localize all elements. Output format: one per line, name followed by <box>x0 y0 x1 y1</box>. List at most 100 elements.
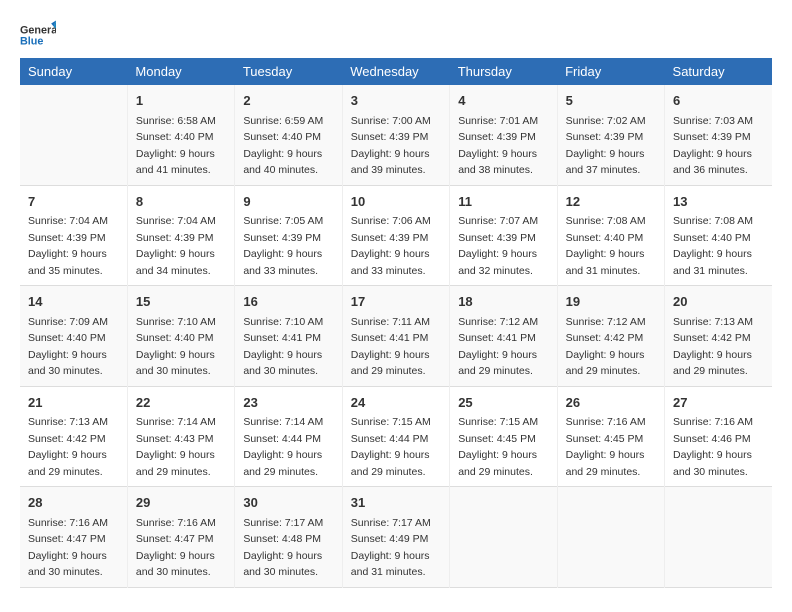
day-number: 19 <box>566 292 656 312</box>
cell-info: Sunrise: 7:17 AMSunset: 4:49 PMDaylight:… <box>351 517 431 579</box>
calendar-cell <box>20 85 127 185</box>
calendar-week-row: 21 Sunrise: 7:13 AMSunset: 4:42 PMDaylig… <box>20 386 772 487</box>
day-number: 30 <box>243 493 333 513</box>
page-header: General Blue <box>20 20 772 48</box>
cell-info: Sunrise: 7:07 AMSunset: 4:39 PMDaylight:… <box>458 215 538 277</box>
calendar-cell: 31 Sunrise: 7:17 AMSunset: 4:49 PMDaylig… <box>342 487 449 588</box>
calendar-cell: 8 Sunrise: 7:04 AMSunset: 4:39 PMDayligh… <box>127 185 234 286</box>
calendar-cell: 9 Sunrise: 7:05 AMSunset: 4:39 PMDayligh… <box>235 185 342 286</box>
calendar-week-row: 7 Sunrise: 7:04 AMSunset: 4:39 PMDayligh… <box>20 185 772 286</box>
day-number: 28 <box>28 493 119 513</box>
day-number: 6 <box>673 91 764 111</box>
calendar-cell: 30 Sunrise: 7:17 AMSunset: 4:48 PMDaylig… <box>235 487 342 588</box>
calendar-cell: 17 Sunrise: 7:11 AMSunset: 4:41 PMDaylig… <box>342 286 449 387</box>
cell-info: Sunrise: 6:59 AMSunset: 4:40 PMDaylight:… <box>243 115 323 177</box>
day-number: 29 <box>136 493 226 513</box>
calendar-cell <box>557 487 664 588</box>
calendar-cell: 24 Sunrise: 7:15 AMSunset: 4:44 PMDaylig… <box>342 386 449 487</box>
weekday-header: Sunday <box>20 58 127 85</box>
calendar-cell: 20 Sunrise: 7:13 AMSunset: 4:42 PMDaylig… <box>665 286 772 387</box>
day-number: 4 <box>458 91 548 111</box>
cell-info: Sunrise: 6:58 AMSunset: 4:40 PMDaylight:… <box>136 115 216 177</box>
cell-info: Sunrise: 7:15 AMSunset: 4:45 PMDaylight:… <box>458 416 538 478</box>
cell-info: Sunrise: 7:12 AMSunset: 4:41 PMDaylight:… <box>458 316 538 378</box>
cell-info: Sunrise: 7:10 AMSunset: 4:40 PMDaylight:… <box>136 316 216 378</box>
cell-info: Sunrise: 7:17 AMSunset: 4:48 PMDaylight:… <box>243 517 323 579</box>
calendar-cell: 12 Sunrise: 7:08 AMSunset: 4:40 PMDaylig… <box>557 185 664 286</box>
cell-info: Sunrise: 7:16 AMSunset: 4:47 PMDaylight:… <box>136 517 216 579</box>
weekday-header-row: SundayMondayTuesdayWednesdayThursdayFrid… <box>20 58 772 85</box>
calendar-cell <box>450 487 557 588</box>
day-number: 3 <box>351 91 441 111</box>
calendar-cell: 2 Sunrise: 6:59 AMSunset: 4:40 PMDayligh… <box>235 85 342 185</box>
calendar-cell: 18 Sunrise: 7:12 AMSunset: 4:41 PMDaylig… <box>450 286 557 387</box>
day-number: 11 <box>458 192 548 212</box>
calendar-cell <box>665 487 772 588</box>
calendar-cell: 13 Sunrise: 7:08 AMSunset: 4:40 PMDaylig… <box>665 185 772 286</box>
day-number: 26 <box>566 393 656 413</box>
cell-info: Sunrise: 7:06 AMSunset: 4:39 PMDaylight:… <box>351 215 431 277</box>
day-number: 18 <box>458 292 548 312</box>
cell-info: Sunrise: 7:13 AMSunset: 4:42 PMDaylight:… <box>28 416 108 478</box>
cell-info: Sunrise: 7:09 AMSunset: 4:40 PMDaylight:… <box>28 316 108 378</box>
calendar-cell: 14 Sunrise: 7:09 AMSunset: 4:40 PMDaylig… <box>20 286 127 387</box>
day-number: 23 <box>243 393 333 413</box>
day-number: 13 <box>673 192 764 212</box>
day-number: 27 <box>673 393 764 413</box>
calendar-cell: 4 Sunrise: 7:01 AMSunset: 4:39 PMDayligh… <box>450 85 557 185</box>
svg-text:General: General <box>20 25 56 37</box>
day-number: 25 <box>458 393 548 413</box>
cell-info: Sunrise: 7:01 AMSunset: 4:39 PMDaylight:… <box>458 115 538 177</box>
cell-info: Sunrise: 7:14 AMSunset: 4:44 PMDaylight:… <box>243 416 323 478</box>
calendar-cell: 7 Sunrise: 7:04 AMSunset: 4:39 PMDayligh… <box>20 185 127 286</box>
day-number: 15 <box>136 292 226 312</box>
day-number: 20 <box>673 292 764 312</box>
cell-info: Sunrise: 7:13 AMSunset: 4:42 PMDaylight:… <box>673 316 753 378</box>
calendar-cell: 16 Sunrise: 7:10 AMSunset: 4:41 PMDaylig… <box>235 286 342 387</box>
cell-info: Sunrise: 7:05 AMSunset: 4:39 PMDaylight:… <box>243 215 323 277</box>
weekday-header: Saturday <box>665 58 772 85</box>
day-number: 16 <box>243 292 333 312</box>
day-number: 24 <box>351 393 441 413</box>
calendar-week-row: 14 Sunrise: 7:09 AMSunset: 4:40 PMDaylig… <box>20 286 772 387</box>
day-number: 17 <box>351 292 441 312</box>
calendar-cell: 6 Sunrise: 7:03 AMSunset: 4:39 PMDayligh… <box>665 85 772 185</box>
weekday-header: Tuesday <box>235 58 342 85</box>
cell-info: Sunrise: 7:16 AMSunset: 4:45 PMDaylight:… <box>566 416 646 478</box>
cell-info: Sunrise: 7:16 AMSunset: 4:47 PMDaylight:… <box>28 517 108 579</box>
calendar-cell: 10 Sunrise: 7:06 AMSunset: 4:39 PMDaylig… <box>342 185 449 286</box>
weekday-header: Wednesday <box>342 58 449 85</box>
cell-info: Sunrise: 7:04 AMSunset: 4:39 PMDaylight:… <box>136 215 216 277</box>
cell-info: Sunrise: 7:14 AMSunset: 4:43 PMDaylight:… <box>136 416 216 478</box>
calendar-cell: 22 Sunrise: 7:14 AMSunset: 4:43 PMDaylig… <box>127 386 234 487</box>
calendar-cell: 5 Sunrise: 7:02 AMSunset: 4:39 PMDayligh… <box>557 85 664 185</box>
calendar-cell: 3 Sunrise: 7:00 AMSunset: 4:39 PMDayligh… <box>342 85 449 185</box>
day-number: 14 <box>28 292 119 312</box>
calendar-cell: 26 Sunrise: 7:16 AMSunset: 4:45 PMDaylig… <box>557 386 664 487</box>
calendar-cell: 21 Sunrise: 7:13 AMSunset: 4:42 PMDaylig… <box>20 386 127 487</box>
calendar-cell: 23 Sunrise: 7:14 AMSunset: 4:44 PMDaylig… <box>235 386 342 487</box>
cell-info: Sunrise: 7:10 AMSunset: 4:41 PMDaylight:… <box>243 316 323 378</box>
cell-info: Sunrise: 7:02 AMSunset: 4:39 PMDaylight:… <box>566 115 646 177</box>
cell-info: Sunrise: 7:08 AMSunset: 4:40 PMDaylight:… <box>673 215 753 277</box>
weekday-header: Friday <box>557 58 664 85</box>
day-number: 10 <box>351 192 441 212</box>
day-number: 8 <box>136 192 226 212</box>
cell-info: Sunrise: 7:03 AMSunset: 4:39 PMDaylight:… <box>673 115 753 177</box>
calendar-week-row: 28 Sunrise: 7:16 AMSunset: 4:47 PMDaylig… <box>20 487 772 588</box>
calendar-cell: 28 Sunrise: 7:16 AMSunset: 4:47 PMDaylig… <box>20 487 127 588</box>
calendar-cell: 29 Sunrise: 7:16 AMSunset: 4:47 PMDaylig… <box>127 487 234 588</box>
cell-info: Sunrise: 7:08 AMSunset: 4:40 PMDaylight:… <box>566 215 646 277</box>
day-number: 9 <box>243 192 333 212</box>
calendar-cell: 11 Sunrise: 7:07 AMSunset: 4:39 PMDaylig… <box>450 185 557 286</box>
cell-info: Sunrise: 7:16 AMSunset: 4:46 PMDaylight:… <box>673 416 753 478</box>
cell-info: Sunrise: 7:15 AMSunset: 4:44 PMDaylight:… <box>351 416 431 478</box>
day-number: 1 <box>136 91 226 111</box>
weekday-header: Monday <box>127 58 234 85</box>
calendar-cell: 19 Sunrise: 7:12 AMSunset: 4:42 PMDaylig… <box>557 286 664 387</box>
cell-info: Sunrise: 7:12 AMSunset: 4:42 PMDaylight:… <box>566 316 646 378</box>
cell-info: Sunrise: 7:11 AMSunset: 4:41 PMDaylight:… <box>351 316 430 378</box>
day-number: 22 <box>136 393 226 413</box>
calendar-cell: 27 Sunrise: 7:16 AMSunset: 4:46 PMDaylig… <box>665 386 772 487</box>
svg-text:Blue: Blue <box>20 36 43 48</box>
